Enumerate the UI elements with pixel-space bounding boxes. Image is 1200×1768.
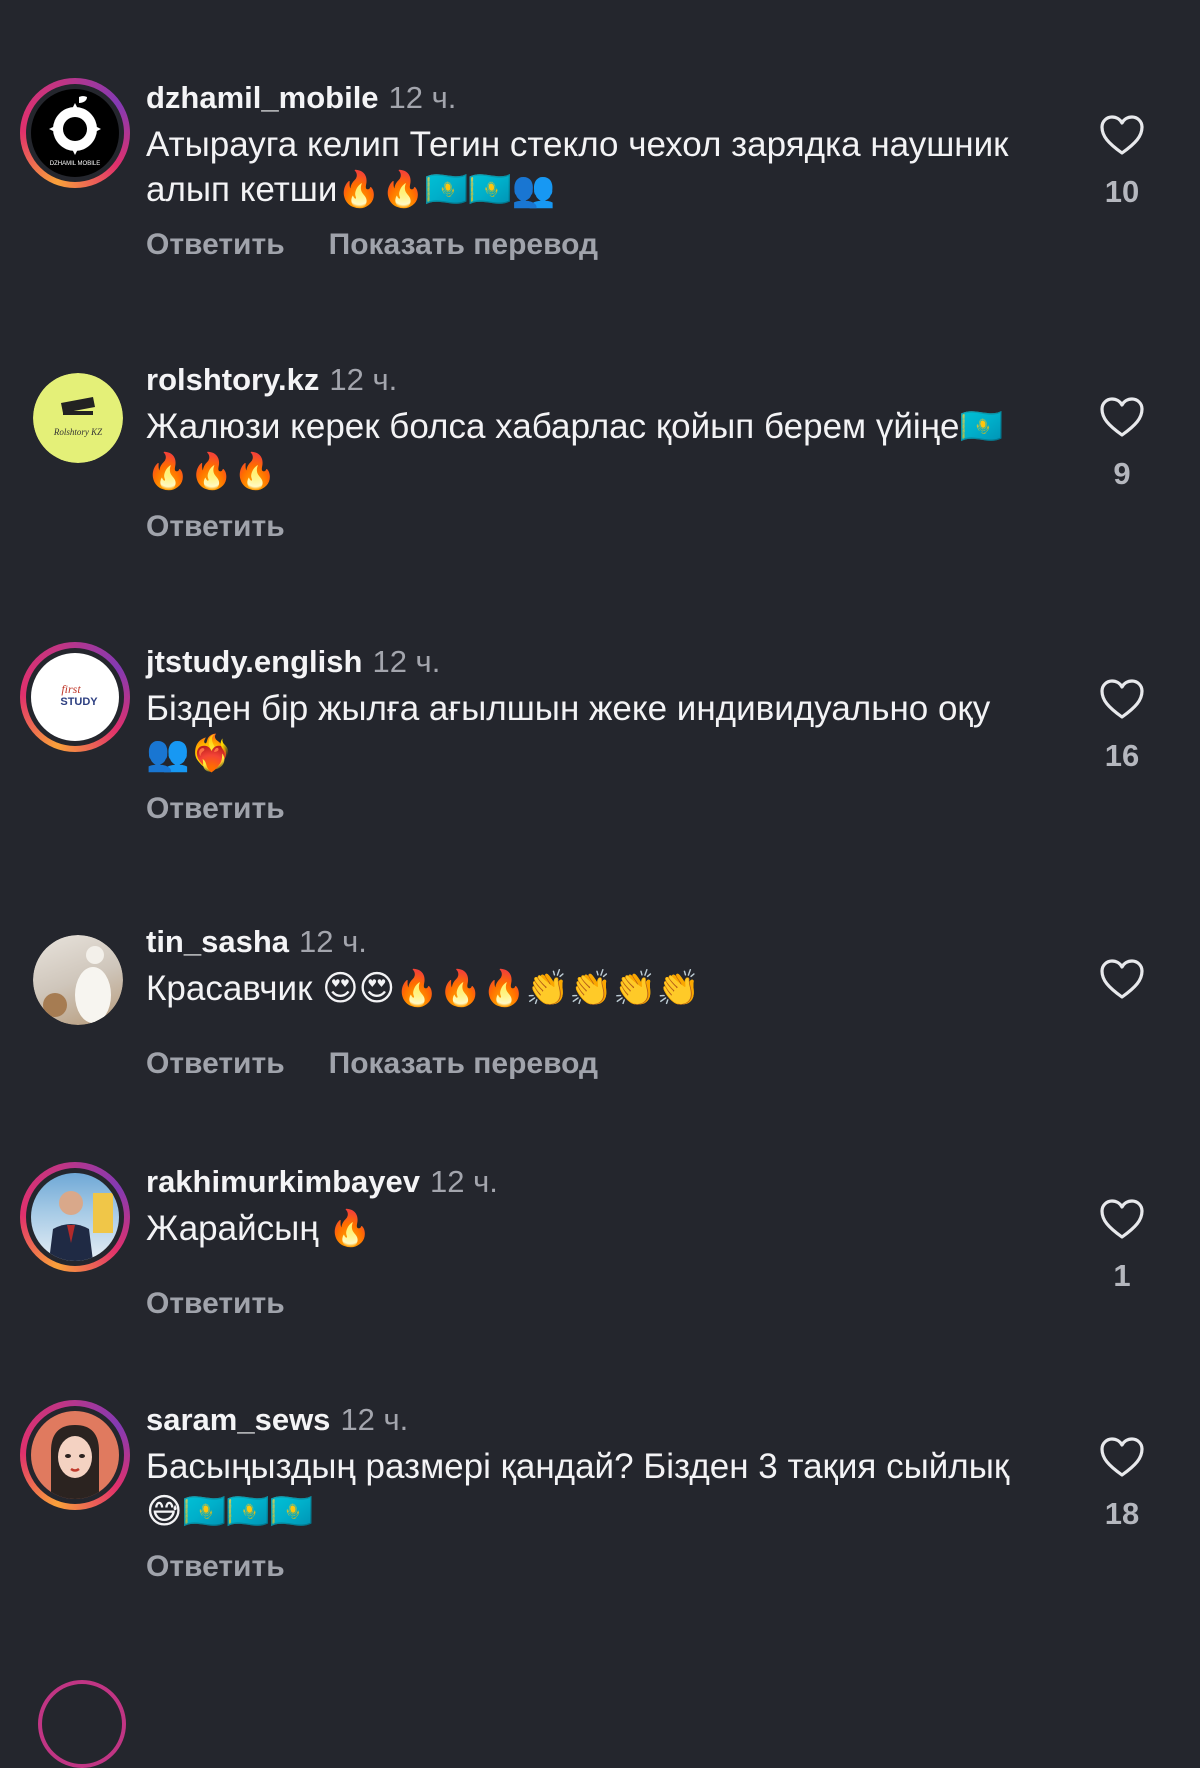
like-count: 1 bbox=[1113, 1258, 1131, 1293]
svg-text:DZHAMIL MOBILE: DZHAMIL MOBILE bbox=[50, 161, 100, 167]
show-translation-button[interactable]: Показать перевод bbox=[329, 228, 598, 261]
avatar[interactable] bbox=[20, 1400, 130, 1510]
reply-button[interactable]: Ответить bbox=[146, 1287, 285, 1320]
comment-time: 12 ч. bbox=[372, 644, 441, 679]
username[interactable]: saram_sews bbox=[146, 1402, 330, 1437]
blinds-logo-icon: Rolshtory KZ bbox=[33, 373, 123, 463]
photo-avatar-icon bbox=[33, 935, 123, 1025]
like-button[interactable]: 16 bbox=[1097, 678, 1147, 774]
svg-text:STUDY: STUDY bbox=[60, 696, 98, 708]
svg-text:first: first bbox=[61, 682, 81, 696]
photo-avatar-icon bbox=[31, 1173, 119, 1261]
like-button[interactable] bbox=[1097, 958, 1147, 1018]
like-count: 9 bbox=[1113, 456, 1131, 491]
illustrated-avatar-icon bbox=[31, 1411, 119, 1499]
reply-button[interactable]: Ответить bbox=[146, 510, 285, 543]
heart-icon[interactable] bbox=[1099, 396, 1145, 438]
show-translation-button[interactable]: Показать перевод bbox=[329, 1047, 598, 1080]
reply-button[interactable]: Ответить bbox=[146, 1550, 285, 1583]
like-button[interactable]: 18 bbox=[1097, 1436, 1147, 1532]
svg-text:Rolshtory KZ: Rolshtory KZ bbox=[53, 427, 103, 437]
avatar[interactable]: Rolshtory KZ bbox=[20, 360, 130, 470]
comment-text: Басыңыздың размері қандай? Бізден 3 тақи… bbox=[146, 1447, 1010, 1531]
comment-time: 12 ч. bbox=[299, 924, 367, 959]
like-button[interactable]: 9 bbox=[1097, 396, 1147, 492]
comment-time: 12 ч. bbox=[340, 1402, 409, 1437]
avatar[interactable] bbox=[20, 1162, 130, 1272]
reply-button[interactable]: Ответить bbox=[146, 792, 285, 825]
heart-icon[interactable] bbox=[1099, 958, 1145, 1000]
comment-text: Красавчик 😍😍🔥🔥🔥👏👏👏👏 bbox=[146, 969, 701, 1008]
heart-icon[interactable] bbox=[1099, 114, 1145, 156]
study-logo-icon: first STUDY bbox=[31, 653, 119, 741]
apple-gear-logo-icon: DZHAMIL MOBILE bbox=[31, 89, 119, 177]
comment-time: 12 ч. bbox=[429, 1164, 498, 1199]
heart-icon[interactable] bbox=[1099, 1436, 1145, 1478]
reply-button[interactable]: Ответить bbox=[146, 228, 285, 261]
comment-text: Жарайсың 🔥 bbox=[146, 1209, 372, 1248]
heart-icon[interactable] bbox=[1099, 678, 1145, 720]
like-count: 16 bbox=[1104, 738, 1140, 773]
username[interactable]: jtstudy.english bbox=[146, 644, 362, 679]
username[interactable]: rolshtory.kz bbox=[146, 362, 319, 397]
username[interactable]: rakhimurkimbayev bbox=[146, 1164, 420, 1199]
avatar[interactable] bbox=[20, 922, 130, 1032]
avatar[interactable]: first STUDY bbox=[20, 642, 130, 752]
like-count: 10 bbox=[1104, 174, 1140, 209]
comment-time: 12 ч. bbox=[329, 362, 398, 397]
like-button[interactable]: 10 bbox=[1097, 114, 1147, 210]
username[interactable]: dzhamil_mobile bbox=[146, 80, 379, 115]
comment-text: Жалюзи керек болса хабарлас қойып берем … bbox=[146, 407, 1004, 491]
like-button[interactable]: 1 bbox=[1097, 1198, 1147, 1294]
comment-text: Бізден бір жылға ағылшын жеке индивидуал… bbox=[146, 689, 991, 773]
avatar[interactable]: DZHAMIL MOBILE bbox=[20, 78, 130, 188]
comment-text: Атырауга келип Тегин стекло чехол зарядк… bbox=[146, 125, 1009, 209]
next-comment-avatar[interactable] bbox=[38, 1680, 126, 1768]
heart-icon[interactable] bbox=[1099, 1198, 1145, 1240]
reply-button[interactable]: Ответить bbox=[146, 1047, 285, 1080]
comment-time: 12 ч. bbox=[388, 80, 457, 115]
username[interactable]: tin_sasha bbox=[146, 924, 289, 959]
like-count: 18 bbox=[1104, 1496, 1140, 1531]
